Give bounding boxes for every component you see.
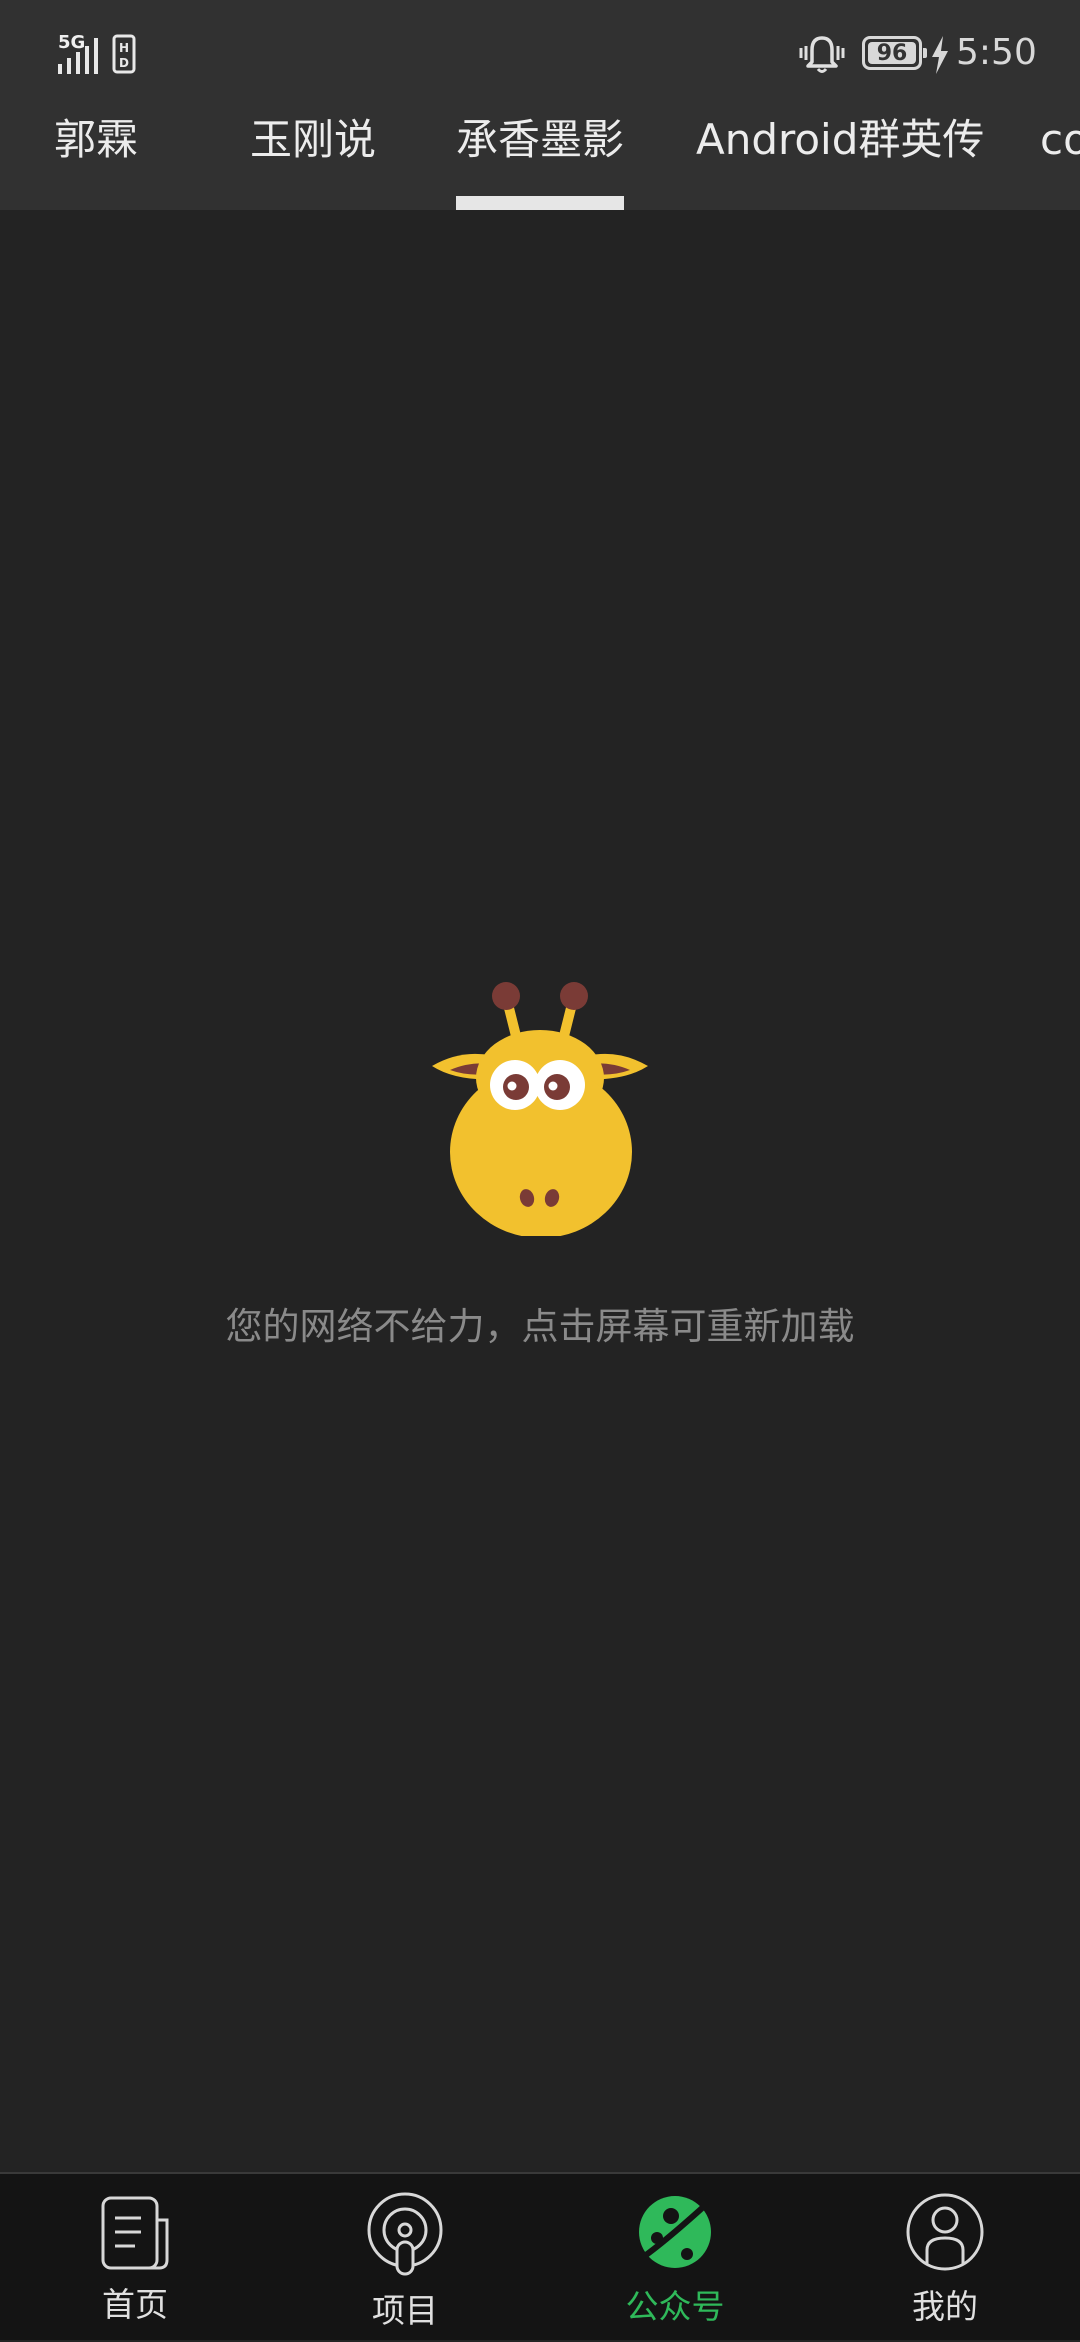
status-bar: 5G H D 96 5:50 bbox=[0, 0, 1080, 100]
active-tab-indicator bbox=[456, 196, 624, 210]
nav-projects[interactable]: 项目 bbox=[270, 2174, 540, 2342]
network-error-message: 您的网络不给力，点击屏幕可重新加载 bbox=[225, 1305, 855, 1348]
nav-projects-label: 项目 bbox=[372, 2291, 438, 2330]
bottom-nav: 首页 项目 公众号 我的 bbox=[0, 2172, 1080, 2340]
tab-co[interactable]: co bbox=[1040, 110, 1080, 170]
document-icon bbox=[101, 2196, 169, 2270]
svg-text:D: D bbox=[119, 56, 129, 70]
sim-card-icon: H D bbox=[112, 34, 136, 74]
nav-mine-label: 我的 bbox=[912, 2287, 978, 2326]
status-clock: 5:50 bbox=[956, 32, 1037, 73]
tab-guolin[interactable]: 郭霖 bbox=[54, 110, 138, 170]
signal-bars-icon bbox=[58, 38, 98, 74]
charging-bolt-icon bbox=[932, 36, 948, 74]
giraffe-icon bbox=[432, 982, 648, 1236]
user-icon bbox=[906, 2193, 984, 2271]
tab-chengxiangmoying[interactable]: 承香墨影 bbox=[456, 110, 624, 170]
svg-text:H: H bbox=[119, 41, 129, 55]
nav-home[interactable]: 首页 bbox=[0, 2174, 270, 2342]
tab-bar: 郭霖 玉刚说 承香墨影 Android群英传 co bbox=[0, 100, 1080, 210]
nav-mine[interactable]: 我的 bbox=[810, 2174, 1080, 2342]
reload-area[interactable]: 您的网络不给力，点击屏幕可重新加载 bbox=[0, 210, 1080, 2172]
battery-indicator: 96 bbox=[862, 36, 927, 70]
bell-icon bbox=[799, 36, 845, 73]
battery-level: 96 bbox=[868, 41, 916, 66]
app-header: 5G H D 96 5:50 郭霖 玉刚说 承香墨影 Android群英传 co bbox=[0, 0, 1080, 210]
tab-yugangshuo[interactable]: 玉刚说 bbox=[250, 110, 376, 170]
nav-official-accounts[interactable]: 公众号 bbox=[540, 2174, 810, 2342]
nav-home-label: 首页 bbox=[102, 2285, 168, 2324]
target-pin-icon bbox=[367, 2192, 443, 2276]
nav-official-accounts-label: 公众号 bbox=[625, 2287, 725, 2326]
planet-icon bbox=[637, 2196, 714, 2268]
tab-android-qunyingzhuan[interactable]: Android群英传 bbox=[696, 110, 984, 170]
